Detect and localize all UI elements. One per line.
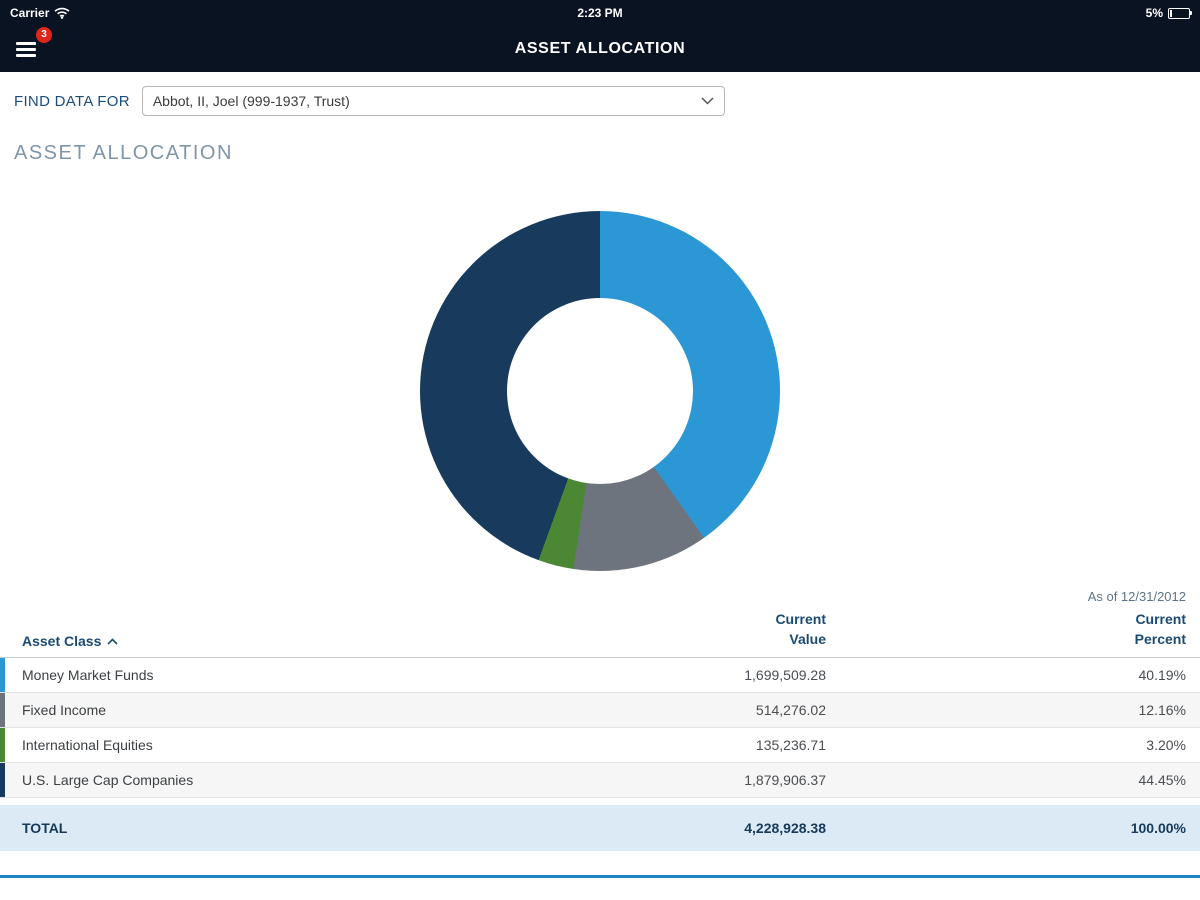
current-percent-cell: 12.16% [840, 702, 1200, 718]
battery-percent: 5% [1146, 6, 1163, 20]
account-select-value: Abbot, II, Joel (999-1937, Trust) [153, 93, 350, 109]
page-title: ASSET ALLOCATION [0, 40, 1200, 58]
chart-area [0, 211, 1200, 571]
total-value: 4,228,928.38 [490, 820, 840, 836]
battery-icon [1168, 8, 1190, 19]
current-value-cell: 1,699,509.28 [490, 667, 840, 683]
carrier-label: Carrier [10, 6, 49, 20]
asset-class-header-label: Asset Class [22, 633, 101, 649]
as-of-date: As of 12/31/2012 [0, 571, 1200, 604]
row-color-marker [0, 658, 5, 692]
asset-class-header[interactable]: Asset Class [0, 633, 490, 649]
donut-hole [507, 298, 693, 484]
table-body: Money Market Funds 1,699,509.28 40.19% F… [0, 658, 1200, 798]
chevron-down-icon [701, 97, 714, 105]
asset-class-cell: Money Market Funds [0, 667, 490, 683]
row-color-marker [0, 763, 5, 797]
asset-allocation-donut-chart[interactable] [420, 211, 780, 571]
hamburger-icon [16, 42, 36, 57]
asset-class-cell: International Equities [0, 737, 490, 753]
section-title: ASSET ALLOCATION [0, 130, 1200, 165]
table-row[interactable]: International Equities 135,236.71 3.20% [0, 728, 1200, 763]
wifi-icon [54, 7, 70, 19]
asset-class-cell: U.S. Large Cap Companies [0, 772, 490, 788]
table-row[interactable]: U.S. Large Cap Companies 1,879,906.37 44… [0, 763, 1200, 798]
menu-button[interactable]: 3 [16, 34, 50, 64]
row-color-marker [0, 728, 5, 762]
status-bar: Carrier 2:23 PM 5% [0, 0, 1200, 26]
current-percent-cell: 40.19% [840, 667, 1200, 683]
current-value-cell: 135,236.71 [490, 737, 840, 753]
current-value-cell: 514,276.02 [490, 702, 840, 718]
table-row[interactable]: Fixed Income 514,276.02 12.16% [0, 693, 1200, 728]
current-percent-cell: 3.20% [840, 737, 1200, 753]
asset-class-cell: Fixed Income [0, 702, 490, 718]
asset-allocation-table: Asset Class Current Value Current Percen… [0, 610, 1200, 851]
asset-allocation-app: Carrier 2:23 PM 5% 3 ASSET ALLOCATION [0, 0, 1200, 900]
table-row[interactable]: Money Market Funds 1,699,509.28 40.19% [0, 658, 1200, 693]
find-data-row: FIND DATA FOR Abbot, II, Joel (999-1937,… [0, 72, 1200, 130]
total-label: TOTAL [0, 820, 490, 836]
nav-bar: 3 ASSET ALLOCATION [0, 26, 1200, 72]
find-data-label: FIND DATA FOR [14, 93, 130, 110]
sort-ascending-icon [107, 638, 118, 645]
current-percent-header: Current Percent [840, 610, 1200, 649]
current-value-header: Current Value [490, 610, 840, 649]
current-value-cell: 1,879,906.37 [490, 772, 840, 788]
total-percent: 100.00% [840, 820, 1200, 836]
top-bar: Carrier 2:23 PM 5% 3 ASSET ALLOCATION [0, 0, 1200, 72]
total-row: TOTAL 4,228,928.38 100.00% [0, 805, 1200, 851]
table-header-row: Asset Class Current Value Current Percen… [0, 610, 1200, 658]
row-color-marker [0, 693, 5, 727]
current-percent-cell: 44.45% [840, 772, 1200, 788]
account-select[interactable]: Abbot, II, Joel (999-1937, Trust) [142, 86, 725, 116]
notification-badge: 3 [36, 27, 52, 43]
status-time: 2:23 PM [577, 6, 622, 20]
footer [0, 875, 1200, 900]
